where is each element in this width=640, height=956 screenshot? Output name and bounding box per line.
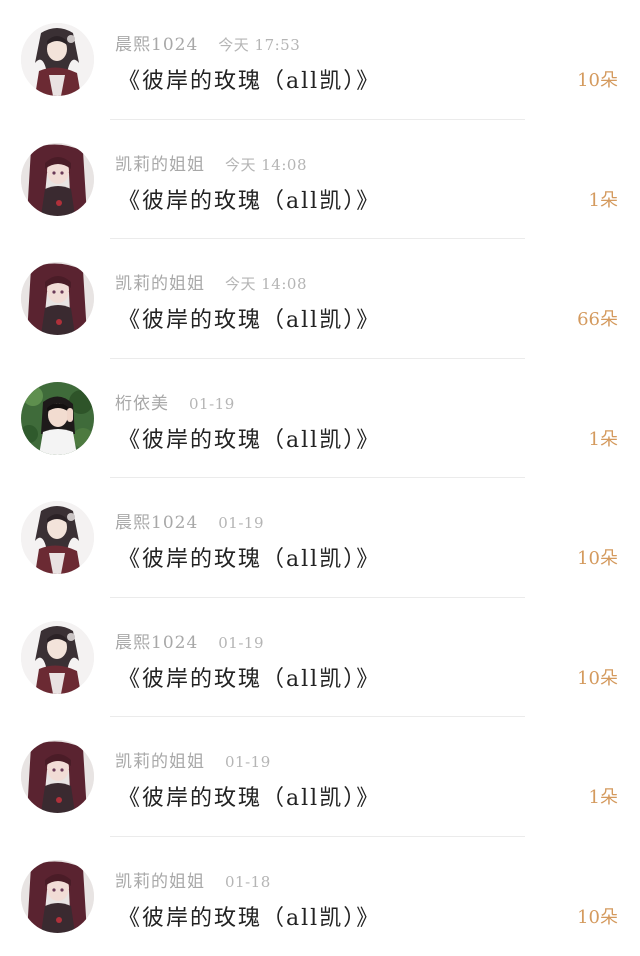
work-title[interactable]: 《彼岸的玫瑰（all凯）》	[118, 422, 380, 454]
gift-count: 10朵	[577, 66, 618, 92]
avatar[interactable]	[21, 23, 94, 96]
anime-girl-maroon-hair-icon	[21, 143, 94, 216]
sender-meta: 凯莉的姐姐 01-18	[115, 867, 271, 891]
anime-girl-maroon-hair-icon	[21, 860, 94, 933]
gift-record-list: 晨熙1024今天 17:53 《彼岸的玫瑰（all凯）》 10朵 凯莉的姐姐今天…	[0, 0, 640, 950]
work-title[interactable]: 《彼岸的玫瑰（all凯）》	[118, 302, 380, 334]
work-title[interactable]: 《彼岸的玫瑰（all凯）》	[118, 780, 380, 812]
anime-girl-dark-hair-icon	[21, 621, 94, 694]
sender-name[interactable]: 凯莉的姐姐	[115, 274, 205, 294]
anime-girl-maroon-hair-icon	[21, 262, 94, 335]
sender-name[interactable]: 凯莉的姐姐	[115, 752, 205, 772]
work-title[interactable]: 《彼岸的玫瑰（all凯）》	[118, 900, 380, 932]
sender-name[interactable]: 凯莉的姐姐	[115, 872, 205, 892]
send-time: 01-19	[189, 395, 235, 413]
send-time: 今天 17:53	[218, 36, 300, 54]
send-time: 01-19	[225, 753, 271, 771]
send-time: 今天 14:08	[225, 275, 307, 293]
avatar[interactable]	[21, 382, 94, 455]
sender-meta: 桁依美 01-19	[115, 389, 235, 413]
anime-girl-maroon-hair-icon	[21, 740, 94, 813]
sender-name[interactable]: 晨熙1024	[115, 633, 198, 653]
sender-meta: 凯莉的姐姐 今天 14:08	[115, 269, 307, 293]
gift-count: 1朵	[589, 783, 618, 809]
sender-meta: 晨熙1024 01-19	[115, 628, 264, 652]
sender-name[interactable]: 桁依美	[115, 394, 169, 414]
list-item[interactable]: 晨熙1024 今天 17:53 《彼岸的玫瑰（all凯）》 10朵	[0, 0, 640, 120]
send-time: 01-18	[225, 873, 271, 891]
work-title[interactable]: 《彼岸的玫瑰（all凯）》	[118, 63, 380, 95]
sender-meta: 凯莉的姐姐 今天 14:08	[115, 150, 307, 174]
sender-meta: 凯莉的姐姐 01-19	[115, 747, 271, 771]
girl-green-leaves-photo-icon	[21, 382, 94, 455]
send-time: 01-19	[218, 514, 264, 532]
gift-count: 10朵	[577, 903, 618, 929]
work-title[interactable]: 《彼岸的玫瑰（all凯）》	[118, 183, 380, 215]
avatar[interactable]	[21, 501, 94, 574]
list-item[interactable]: 凯莉的姐姐 01-19 《彼岸的玫瑰（all凯）》 1朵	[0, 717, 640, 837]
send-time: 今天 14:08	[225, 156, 307, 174]
gift-count: 66朵	[577, 305, 618, 331]
gift-count: 10朵	[577, 664, 618, 690]
anime-girl-dark-hair-icon	[21, 501, 94, 574]
avatar[interactable]	[21, 621, 94, 694]
avatar[interactable]	[21, 740, 94, 813]
avatar[interactable]	[21, 262, 94, 335]
avatar[interactable]	[21, 143, 94, 216]
list-item[interactable]: 晨熙1024 01-19 《彼岸的玫瑰（all凯）》 10朵	[0, 478, 640, 598]
list-item[interactable]: 凯莉的姐姐 01-18 《彼岸的玫瑰（all凯）》 10朵	[0, 837, 640, 956]
list-item[interactable]: 晨熙1024 01-19 《彼岸的玫瑰（all凯）》 10朵	[0, 598, 640, 718]
gift-count: 10朵	[577, 544, 618, 570]
sender-name[interactable]: 晨熙1024	[115, 513, 198, 533]
send-time: 01-19	[218, 634, 264, 652]
work-title[interactable]: 《彼岸的玫瑰（all凯）》	[118, 541, 380, 573]
gift-count: 1朵	[589, 186, 618, 212]
list-item[interactable]: 凯莉的姐姐 今天 14:08 《彼岸的玫瑰（all凯）》 1朵	[0, 120, 640, 240]
gift-count: 1朵	[589, 425, 618, 451]
work-title[interactable]: 《彼岸的玫瑰（all凯）》	[118, 661, 380, 693]
anime-girl-dark-hair-icon	[21, 23, 94, 96]
sender-meta: 晨熙1024 今天 17:53	[115, 30, 300, 54]
sender-name[interactable]: 凯莉的姐姐	[115, 155, 205, 175]
list-item[interactable]: 凯莉的姐姐 今天 14:08 《彼岸的玫瑰（all凯）》 66朵	[0, 239, 640, 359]
avatar[interactable]	[21, 860, 94, 933]
sender-meta: 晨熙1024 01-19	[115, 508, 264, 532]
sender-name[interactable]: 晨熙1024	[115, 35, 198, 55]
list-item[interactable]: 桁依美 01-19 《彼岸的玫瑰（all凯）》 1朵	[0, 359, 640, 479]
